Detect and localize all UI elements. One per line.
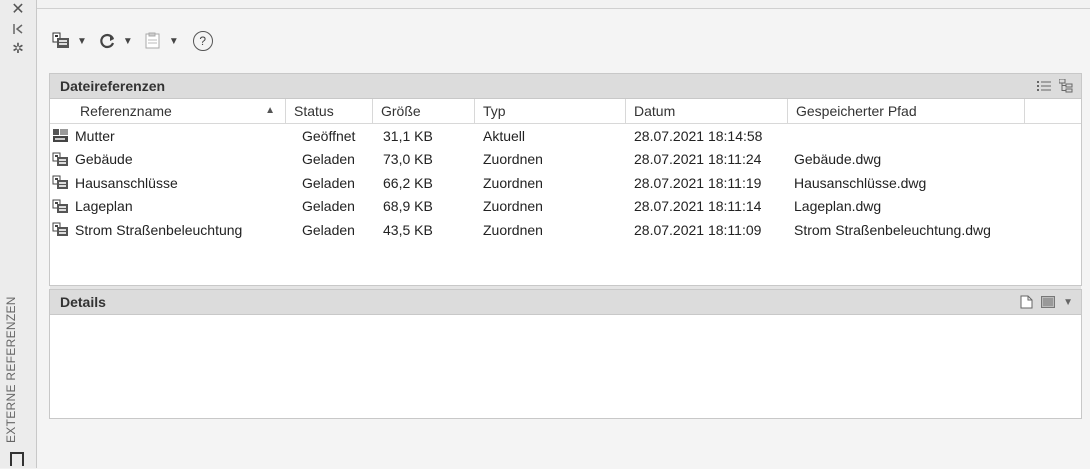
column-header-row: Referenzname ▲ Status Größe Typ Datum Ges… — [50, 99, 1081, 124]
row-reference-name: Lageplan — [50, 198, 286, 214]
column-header-filler — [1025, 99, 1081, 123]
row-size: 43,5 KB — [383, 221, 433, 238]
column-header-type[interactable]: Typ — [475, 99, 626, 123]
change-path-dropdown-caret[interactable]: ▼ — [169, 36, 179, 47]
details-view-icon[interactable] — [1020, 295, 1033, 309]
list-view-icon[interactable] — [1037, 80, 1051, 92]
row-type: Zuordnen — [483, 174, 543, 191]
row-size: 66,2 KB — [383, 174, 433, 191]
row-saved-path: Gebäude.dwg — [794, 151, 882, 168]
file-references-title: Dateireferenzen — [60, 78, 166, 94]
row-name-text: Strom Straßenbeleuchtung — [75, 221, 243, 238]
details-header: Details ▼ — [50, 290, 1081, 315]
refresh-button[interactable] — [97, 29, 117, 53]
toolbar: ▼ ▼ ▼ ? — [51, 27, 213, 55]
row-saved-path: Lageplan.dwg — [794, 198, 882, 215]
help-icon[interactable]: ? — [192, 31, 213, 51]
xref-dwg-icon — [52, 175, 69, 190]
xref-palette: ▼ ▼ ▼ ? Dateireferenzen Referenzname ▲ S… — [37, 8, 1090, 469]
row-name-text: Lageplan — [75, 198, 133, 215]
row-name-text: Mutter — [75, 127, 115, 144]
row-type: Aktuell — [483, 127, 526, 144]
details-dropdown-caret[interactable]: ▼ — [1063, 297, 1073, 308]
row-date: 28.07.2021 18:11:09 — [634, 221, 762, 238]
row-status: Geladen — [302, 174, 355, 191]
xref-dwg-icon — [52, 152, 69, 167]
change-path-button[interactable] — [143, 29, 163, 53]
pin-icon[interactable] — [9, 22, 27, 38]
row-size: 31,1 KB — [383, 127, 433, 144]
tree-view-icon[interactable] — [1059, 79, 1073, 93]
details-title: Details — [60, 294, 106, 310]
table-row[interactable]: Lageplan Geladen 68,9 KB Zuordnen 28.07.2021… — [50, 195, 1081, 219]
row-reference-name: Gebäude — [50, 151, 286, 167]
file-references-list: Mutter Geöffnet 31,1 KB Aktuell 28.07.2021 1… — [50, 124, 1081, 242]
column-header-status[interactable]: Status — [286, 99, 373, 123]
details-panel: Details ▼ — [49, 289, 1082, 419]
row-reference-name: Mutter — [50, 128, 286, 144]
palette-vertical-title: EXTERNE REFERENZEN — [4, 296, 18, 443]
column-header-saved-path[interactable]: Gespeicherter Pfad — [788, 99, 1025, 123]
row-status: Geladen — [302, 221, 355, 238]
row-size: 73,0 KB — [383, 151, 433, 168]
row-size: 68,9 KB — [383, 198, 433, 215]
table-row[interactable]: Hausanschlüsse Geladen 66,2 KB Zuordnen 28.0… — [50, 171, 1081, 195]
master-drawing-icon — [52, 128, 69, 143]
column-header-size[interactable]: Größe — [373, 99, 475, 123]
xref-dwg-icon — [52, 222, 69, 237]
row-status: Geladen — [302, 151, 355, 168]
attach-dwg-icon — [52, 32, 69, 48]
table-row[interactable]: Strom Straßenbeleuchtung Geladen 43,5 KB Zu… — [50, 218, 1081, 242]
palette-side-strip: ✕ ✲ EXTERNE REFERENZEN — [0, 0, 37, 468]
row-saved-path: Strom Straßenbeleuchtung.dwg — [794, 221, 991, 238]
column-header-reference-name[interactable]: Referenzname ▲ — [50, 99, 286, 123]
row-name-text: Gebäude — [75, 151, 133, 168]
xref-dwg-icon — [52, 199, 69, 214]
preview-view-icon[interactable] — [1041, 296, 1056, 308]
row-date: 28.07.2021 18:11:19 — [634, 174, 762, 191]
attach-dwg-button[interactable] — [51, 29, 71, 53]
file-references-header: Dateireferenzen — [50, 74, 1081, 99]
refresh-icon — [100, 33, 114, 49]
row-reference-name: Strom Straßenbeleuchtung — [50, 222, 286, 238]
table-row[interactable]: Gebäude Geladen 73,0 KB Zuordnen 28.07.2021 … — [50, 148, 1081, 172]
sort-ascending-icon: ▲ — [265, 105, 275, 116]
attach-dropdown-caret[interactable]: ▼ — [77, 36, 87, 47]
row-name-text: Hausanschlüsse — [75, 174, 178, 191]
row-date: 28.07.2021 18:14:58 — [634, 127, 763, 144]
row-date: 28.07.2021 18:11:24 — [634, 151, 762, 168]
refresh-dropdown-caret[interactable]: ▼ — [123, 36, 133, 47]
file-references-panel: Dateireferenzen Referenzname ▲ Status Grö… — [49, 73, 1082, 294]
close-icon[interactable]: ✕ — [9, 2, 27, 18]
row-type: Zuordnen — [483, 198, 543, 215]
row-reference-name: Hausanschlüsse — [50, 175, 286, 191]
palette-properties-icon[interactable] — [10, 452, 24, 466]
row-saved-path: Hausanschlüsse.dwg — [794, 174, 927, 191]
row-date: 28.07.2021 18:11:14 — [634, 198, 762, 215]
row-status: Geöffnet — [302, 127, 356, 144]
row-type: Zuordnen — [483, 221, 543, 238]
row-type: Zuordnen — [483, 151, 543, 168]
row-status: Geladen — [302, 198, 355, 215]
column-header-date[interactable]: Datum — [626, 99, 788, 123]
change-path-icon — [145, 32, 160, 49]
table-row[interactable]: Mutter Geöffnet 31,1 KB Aktuell 28.07.2021 1… — [50, 124, 1081, 148]
settings-icon[interactable]: ✲ — [9, 40, 27, 56]
